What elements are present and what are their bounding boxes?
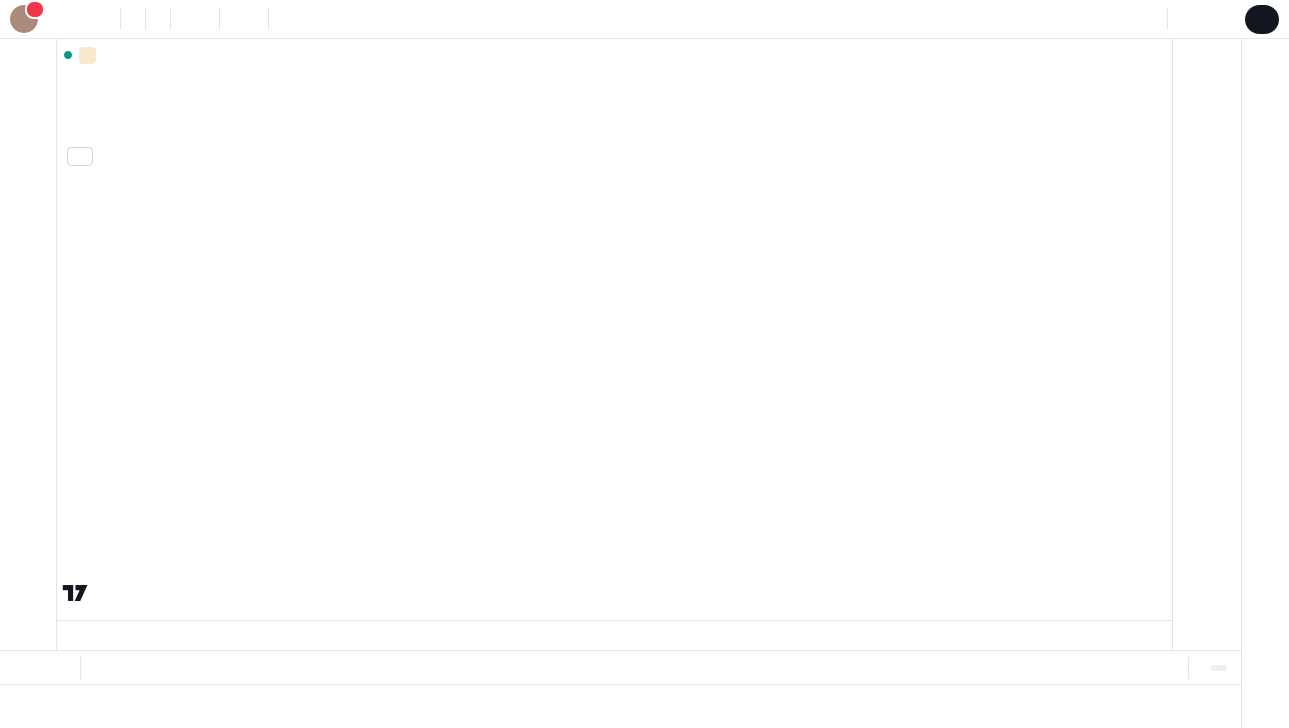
symbol-search-button[interactable] bbox=[50, 4, 69, 34]
replay-button[interactable] bbox=[244, 4, 263, 34]
quick-search-button[interactable] bbox=[1173, 4, 1187, 34]
avatar-notification-badge bbox=[25, 0, 45, 19]
market-status-dot bbox=[64, 51, 72, 59]
chart-settings-button[interactable] bbox=[1187, 4, 1201, 34]
indicators-button[interactable] bbox=[176, 4, 200, 34]
session-toggle[interactable] bbox=[1211, 665, 1227, 671]
toolbar-divider bbox=[145, 8, 146, 30]
top-toolbar bbox=[0, 0, 1289, 39]
bottom-panel-bar bbox=[0, 684, 1241, 728]
toolbar-divider bbox=[80, 657, 81, 679]
tradingview-logo[interactable] bbox=[62, 581, 96, 605]
adjustment-toggle[interactable] bbox=[1199, 665, 1211, 671]
contract-label bbox=[1116, 179, 1170, 194]
toolbar-divider bbox=[1167, 8, 1168, 30]
user-avatar[interactable] bbox=[10, 5, 38, 33]
screenshot-button[interactable] bbox=[1215, 4, 1229, 34]
price-axis[interactable] bbox=[1172, 39, 1237, 650]
layout-select-button[interactable] bbox=[1138, 4, 1162, 34]
price-chart[interactable] bbox=[57, 39, 1172, 650]
chart-pane[interactable] bbox=[57, 39, 1237, 650]
chart-legend bbox=[64, 45, 106, 141]
undo-button[interactable] bbox=[274, 4, 288, 34]
right-sidebar bbox=[1241, 39, 1289, 728]
interval-badge[interactable] bbox=[79, 47, 96, 64]
status-bar bbox=[0, 650, 1241, 684]
legend-collapse-button[interactable] bbox=[67, 147, 93, 166]
publish-button[interactable] bbox=[1245, 5, 1279, 34]
time-axis-separator bbox=[57, 620, 1237, 621]
indicator-templates-button[interactable] bbox=[200, 4, 214, 34]
tradingview-app bbox=[0, 0, 1289, 728]
redo-button[interactable] bbox=[288, 4, 302, 34]
toolbar-divider bbox=[120, 8, 121, 30]
toolbar-divider bbox=[268, 8, 269, 30]
toolbar-divider bbox=[219, 8, 220, 30]
fullscreen-button[interactable] bbox=[1201, 4, 1215, 34]
chart-type-button[interactable] bbox=[151, 4, 165, 34]
compare-add-symbol-button[interactable] bbox=[101, 4, 115, 34]
toolbar-divider bbox=[170, 8, 171, 30]
tradingview-logo-icon bbox=[62, 581, 89, 605]
drawing-toolbar bbox=[0, 39, 57, 650]
toolbar-divider bbox=[1188, 657, 1189, 679]
interval-button[interactable] bbox=[126, 4, 140, 34]
alert-button[interactable] bbox=[225, 4, 244, 34]
